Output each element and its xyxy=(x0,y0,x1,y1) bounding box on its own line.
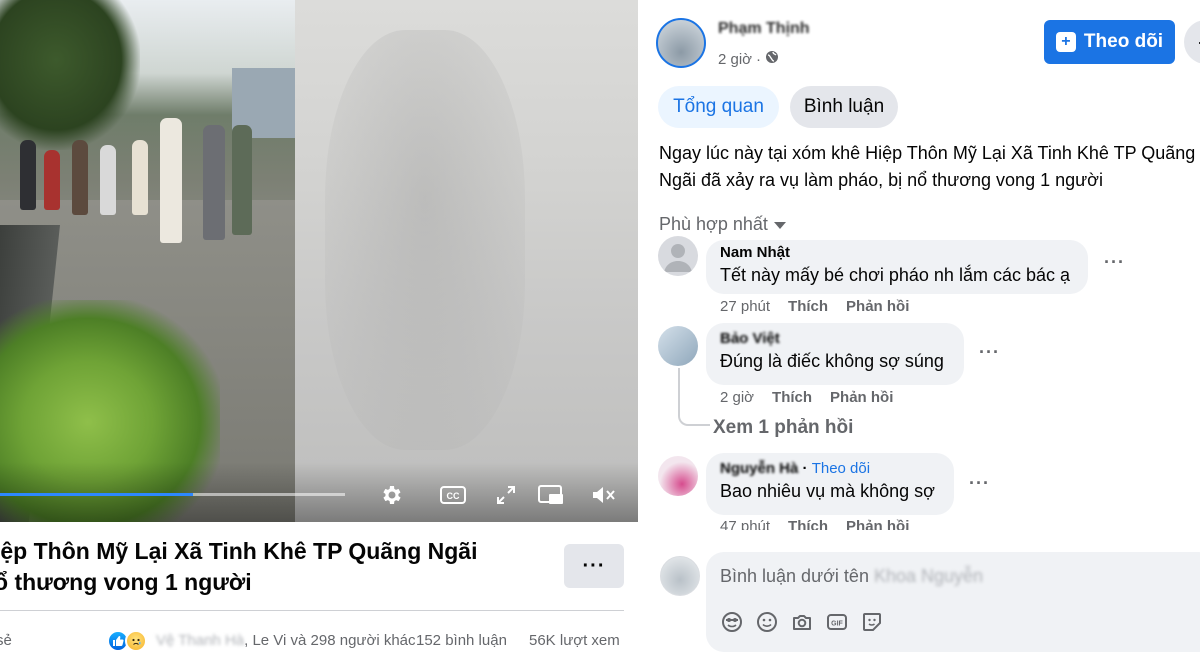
camera-icon[interactable] xyxy=(790,610,814,634)
video-progress-fill xyxy=(0,493,194,496)
comment-author-row: Nguyễn Hà · Theo dõi xyxy=(720,460,871,477)
post-side-panel: Phạm Thịnh 2 giờ · + Theo dõi ··· Tổng q… xyxy=(638,0,1200,667)
post-meta: 2 giờ · xyxy=(718,50,779,68)
options-icon[interactable]: ··· xyxy=(1184,20,1200,64)
post-more-button[interactable]: ··· xyxy=(564,544,624,588)
comment-more-icon[interactable]: ··· xyxy=(1104,252,1125,273)
sticker-icon[interactable] xyxy=(860,610,884,634)
comment-actions: 47 phút Thích Phản hồi xyxy=(720,518,909,530)
comment-reply-button[interactable]: Phản hồi xyxy=(846,518,909,530)
fullscreen-icon[interactable] xyxy=(493,482,519,508)
comment-more-icon[interactable]: ··· xyxy=(969,473,990,494)
comment-text: Bao nhiêu vụ mà không sợ xyxy=(720,481,935,501)
author-name[interactable]: Phạm Thịnh xyxy=(718,20,810,38)
comment-bubble: Nguyễn Hà · Theo dõi Bao nhiêu vụ mà khô… xyxy=(706,453,954,515)
view-count: 56K lượt xem xyxy=(529,632,620,649)
svg-text:CC: CC xyxy=(447,491,460,501)
emoji-icon[interactable] xyxy=(755,610,779,634)
captions-icon[interactable]: CC xyxy=(439,482,467,508)
comment-text: Đúng là điếc không sợ súng xyxy=(720,351,944,371)
author-avatar[interactable] xyxy=(656,18,706,68)
video-progress-bar[interactable] xyxy=(0,493,345,496)
comment-more-icon[interactable]: ··· xyxy=(979,342,1000,363)
picture-in-picture-icon[interactable] xyxy=(538,482,564,508)
comment-text: Tết này mấy bé chơi pháo nh lắm các bác … xyxy=(720,265,1070,285)
svg-text:GIF: GIF xyxy=(831,621,843,628)
post-time[interactable]: 2 giờ xyxy=(718,51,752,68)
post-stats-bar: sẻ Vệ Thanh Hà, Le Vi và 298 người khác … xyxy=(0,630,630,652)
follow-plus-icon: + xyxy=(1055,32,1076,52)
post-title-line-2: ổ thương vong 1 người xyxy=(0,569,252,595)
comment-bubble: Bảo Việt Đúng là điếc không sợ súng xyxy=(706,323,964,385)
comment-sort-dropdown[interactable]: Phù hợp nhất xyxy=(659,214,786,235)
comment-count[interactable]: 152 bình luận xyxy=(416,632,507,649)
comment-like-button[interactable]: Thích xyxy=(788,298,828,315)
comment-author[interactable]: Nam Nhật xyxy=(720,243,1074,263)
view-replies-link[interactable]: Xem 1 phản hồi xyxy=(713,417,853,439)
follow-button[interactable]: + Theo dõi xyxy=(1044,20,1175,64)
reaction-icons[interactable] xyxy=(107,630,151,652)
comment-time[interactable]: 2 giờ xyxy=(720,389,754,406)
follow-label: Theo dõi xyxy=(1083,31,1164,52)
comment-actions: 27 phút Thích Phản hồi xyxy=(720,298,909,315)
video-frame xyxy=(0,0,295,522)
sort-label: Phù hợp nhất xyxy=(659,214,768,234)
reactors-text[interactable]: Vệ Thanh Hà, Le Vi và 298 người khác xyxy=(156,632,416,649)
tab-comments[interactable]: Bình luận xyxy=(790,86,898,128)
globe-icon xyxy=(765,50,779,68)
current-user-avatar[interactable] xyxy=(660,556,700,596)
gif-icon[interactable]: GIF xyxy=(825,610,849,634)
divider xyxy=(0,610,624,611)
reply-thread-line xyxy=(678,368,710,426)
mute-icon[interactable] xyxy=(591,482,617,508)
comment-actions: 2 giờ Thích Phản hồi xyxy=(720,389,893,406)
comment-time[interactable]: 47 phút xyxy=(720,518,770,530)
comment-follow-link[interactable]: Theo dõi xyxy=(812,460,870,477)
comment-like-button[interactable]: Thích xyxy=(788,518,828,530)
post-title-line-1: iệp Thôn Mỹ Lại Xã Tinh Khê TP Quãng Ngã… xyxy=(0,538,478,564)
comment-input-placeholder[interactable]: Bình luận dưới tên Khoa Nguyễn xyxy=(720,566,983,587)
comment-author[interactable]: Bảo Việt xyxy=(720,329,950,349)
avatar-sticker-icon[interactable] xyxy=(720,610,744,634)
comment-time[interactable]: 27 phút xyxy=(720,298,770,315)
comment-like-button[interactable]: Thích xyxy=(772,389,812,406)
composer-user-name: Khoa Nguyễn xyxy=(873,566,984,586)
comment-reply-button[interactable]: Phản hồi xyxy=(846,298,909,315)
comment-bubble: Nam Nhật Tết này mấy bé chơi pháo nh lắm… xyxy=(706,240,1088,294)
comment-author[interactable]: Nguyễn Hà xyxy=(720,460,798,477)
comment-reply-button[interactable]: Phản hồi xyxy=(830,389,893,406)
share-label[interactable]: sẻ xyxy=(0,632,12,649)
composer-toolbar: GIF xyxy=(720,610,884,634)
meta-dot: · xyxy=(756,50,762,68)
post-caption: Ngay lúc này tại xóm khê Hiệp Thôn Mỹ Lạ… xyxy=(659,143,1196,190)
comment-avatar[interactable] xyxy=(658,236,698,276)
comment-avatar[interactable] xyxy=(658,456,698,496)
comment-avatar[interactable] xyxy=(658,326,698,366)
reactors-blurred-name: Vệ Thanh Hà xyxy=(156,632,245,649)
caret-down-icon xyxy=(773,222,786,229)
sad-reaction-icon xyxy=(125,630,147,652)
video-player[interactable]: CC xyxy=(0,0,638,522)
tab-overview[interactable]: Tổng quan xyxy=(658,86,779,128)
settings-gear-icon[interactable] xyxy=(378,482,404,508)
comment-composer[interactable]: Bình luận dưới tên Khoa Nguyễn GIF xyxy=(706,552,1200,652)
reactors-count-text: , Le Vi và 298 người khác xyxy=(244,632,416,649)
post-title: iệp Thôn Mỹ Lại Xã Tinh Khê TP Quãng Ngã… xyxy=(0,536,534,598)
blurred-overlay xyxy=(295,0,638,522)
